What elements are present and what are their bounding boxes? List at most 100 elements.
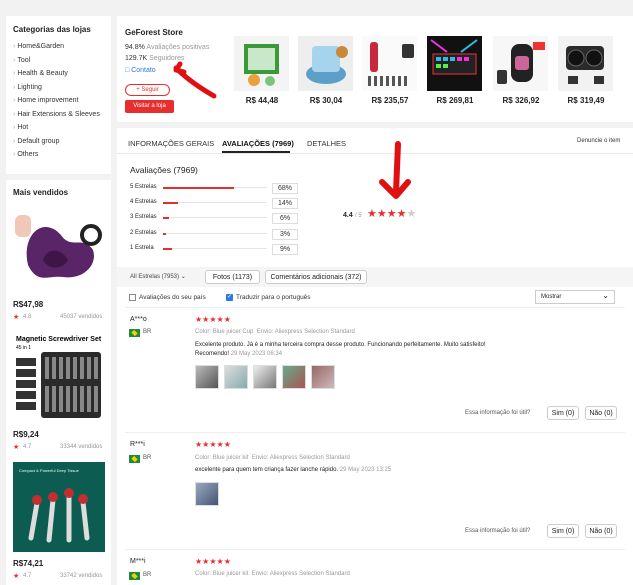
bestseller-image[interactable]: Compact & Powerful Deep Tissue [13,462,105,552]
review-stars: ★★★★★ [195,315,231,324]
review-variant: Color: Blue juicer Cup Envio: Aliexpress… [195,329,355,335]
tab-reviews[interactable]: AVALIAÇÕES (7969) [222,139,294,148]
helpful-yes-button[interactable]: Sim (0) [547,524,579,538]
review-photo[interactable] [195,365,219,389]
review-text-line: excelente para quem tem criança fazer la… [195,467,391,473]
review-extra: Recomendo! 29 May 2023 06:34 [195,351,282,357]
bestseller-sold: 33742 vendidos [60,573,103,579]
category-item[interactable]: Others [13,151,38,158]
rating-breakdown-label[interactable]: 2 Estrelas [130,230,157,236]
review-extra-text: Recomendo! [195,351,230,357]
filter-all-stars[interactable]: All Estrelas (7953) ⌄ [130,273,186,280]
reviewer-name: A***o [130,316,147,323]
store-product-image[interactable] [362,36,417,91]
country-filter-checkbox[interactable] [129,294,136,301]
tab-general-info[interactable]: INFORMAÇÕES GERAIS [128,139,214,148]
bestseller-image[interactable]: Magnetic Screwdriver Set 45 in 1 [13,330,105,422]
overall-rating-stars: ★★★★★ [367,207,416,220]
visit-store-button[interactable]: Visitar a loja [125,100,174,113]
rating-pct-box: 9% [272,244,298,255]
category-item[interactable]: Home improvement [13,97,78,104]
filter-comments-button[interactable]: Comentários adicionais (372) [265,270,367,284]
rating-bar [163,232,267,235]
helpful-no-button[interactable]: Não (0) [585,524,617,538]
follow-button[interactable]: + Seguir [125,84,170,96]
color-value: Blue juicer kit [212,455,249,461]
store-product-image[interactable] [234,36,289,91]
star-icon: ★ [209,315,217,324]
review-text: Excelente produto. Já é a minha terceira… [195,342,486,348]
rating-bar [163,186,267,189]
review-text: excelente para quem tem criança fazer la… [195,467,339,473]
rating-pct-box: 68% [272,183,298,194]
divider [125,549,625,550]
category-item[interactable]: Health & Beauty [13,70,68,77]
store-product-image[interactable] [298,36,353,91]
color-value: Blue juicer Cup [212,329,254,335]
ship-label: Envio: [256,329,274,335]
report-item-link[interactable]: Denuncie o item [577,138,620,144]
review-photo[interactable] [282,365,306,389]
helpful-yes-button[interactable]: Sim (0) [547,406,579,420]
rating-breakdown-label[interactable]: 3 Estrelas [130,214,157,220]
category-item[interactable]: Lighting [13,84,42,91]
review-photo[interactable] [253,365,277,389]
divider [125,432,625,433]
chevron-down-icon: ⌄ [180,274,186,280]
filter-all-label: All Estrelas (7953) [130,274,180,280]
tab-details[interactable]: DETALHES [307,139,346,148]
helpful-no-button[interactable]: Não (0) [585,406,617,420]
star-icon: ★ [216,440,224,449]
helpful-question: Essa informação foi útil? [465,410,531,416]
sort-select[interactable]: Mostrar ⌄ [535,290,615,304]
category-item[interactable]: Tool [13,57,30,64]
store-name[interactable]: GeForest Store [125,28,183,37]
category-item[interactable]: Default group [13,138,59,145]
translate-checkbox[interactable]: ✓ [226,294,233,301]
reviews-heading: Avaliações (7969) [130,165,198,175]
review-photo[interactable] [224,365,248,389]
review-date: 29 May 2023 13:25 [339,467,392,473]
chat-icon: □ [125,67,130,74]
star-icon: ★ [223,440,231,449]
positive-label: Avaliações positivas [146,44,210,51]
rating-breakdown-label[interactable]: 1 Estrela [130,245,154,251]
store-product-image[interactable] [493,36,548,91]
review-photo[interactable] [195,482,219,506]
reviewer-country: BR [143,455,152,461]
filter-photos-button[interactable]: Fotos (1173) [205,270,260,284]
helpful-question: Essa informação foi útil? [465,528,531,534]
rating-breakdown-label[interactable]: 5 Estrelas [130,184,157,190]
star-icon: ★ [216,557,224,566]
review-photo[interactable] [311,365,335,389]
star-icon: ★ [209,557,217,566]
rating-breakdown-label[interactable]: 4 Estrelas [130,199,157,205]
color-value: Blue juicer kit [212,571,249,577]
category-item[interactable]: Hair Extensions & Sleeves [13,111,99,118]
bestseller-image-title: Magnetic Screwdriver Set [16,336,102,343]
category-item[interactable]: Home&Garden [13,43,64,50]
translate-label[interactable]: Traduzir para o português [236,294,311,301]
rating-bar-fill [163,232,167,235]
star-icon: ★ [396,208,407,220]
store-positive-rating: 94.8% Avaliações positivas [125,44,209,51]
color-label: Color: [195,329,212,335]
store-product-price: R$ 44,48 [245,96,279,105]
contact-link[interactable]: □ Contato [125,67,156,74]
store-product-price: R$ 30,04 [309,96,343,105]
categories-title: Categorias das lojas [13,25,91,34]
country-filter-label[interactable]: Avaliações do seu país [139,294,206,301]
store-product-image[interactable] [558,36,613,91]
star-icon: ★ [13,444,20,451]
rating-bar-fill [163,216,170,219]
store-product-image[interactable] [427,36,482,91]
ship-label: Envio: [251,455,269,461]
star-icon: ★ [376,208,387,220]
positive-pct: 94.8% [125,44,145,51]
store-product-price: R$ 326,92 [502,96,540,105]
bestseller-image[interactable] [13,205,105,295]
ship-label: Envio: [251,571,269,577]
category-item[interactable]: Hot [13,124,28,131]
brazil-flag-icon [129,455,140,463]
store-product-price: R$ 319,49 [567,96,605,105]
